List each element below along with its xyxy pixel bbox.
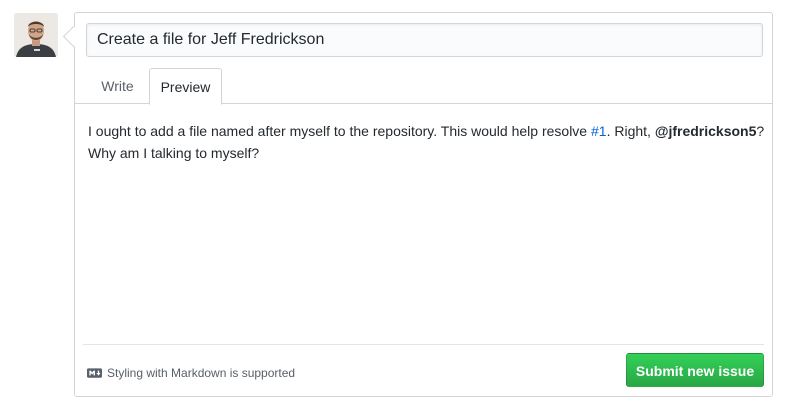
submit-new-issue-button[interactable]: Submit new issue [626, 353, 764, 387]
preview-text: I ought to add a file named after myself… [88, 123, 591, 139]
preview-text-line-2: Why am I talking to myself? [88, 145, 260, 161]
footer-divider [83, 344, 764, 345]
preview-text: ? [756, 123, 765, 139]
new-issue-form: Write Preview I ought to add a file name… [74, 12, 773, 397]
issue-reference-link[interactable]: #1 [591, 123, 607, 139]
preview-text: . Right, [606, 123, 655, 139]
markdown-icon [87, 368, 102, 378]
avatar[interactable] [14, 13, 58, 57]
tab-write[interactable]: Write [86, 68, 149, 104]
issue-title-input[interactable] [86, 23, 763, 57]
tab-preview[interactable]: Preview [149, 68, 222, 105]
markdown-note[interactable]: Styling with Markdown is supported [87, 365, 295, 381]
user-mention[interactable]: @jfredrickson5 [655, 123, 757, 139]
user-avatar-icon [14, 13, 58, 57]
markdown-note-label: Styling with Markdown is supported [107, 366, 296, 380]
preview-body: I ought to add a file named after myself… [88, 120, 768, 164]
